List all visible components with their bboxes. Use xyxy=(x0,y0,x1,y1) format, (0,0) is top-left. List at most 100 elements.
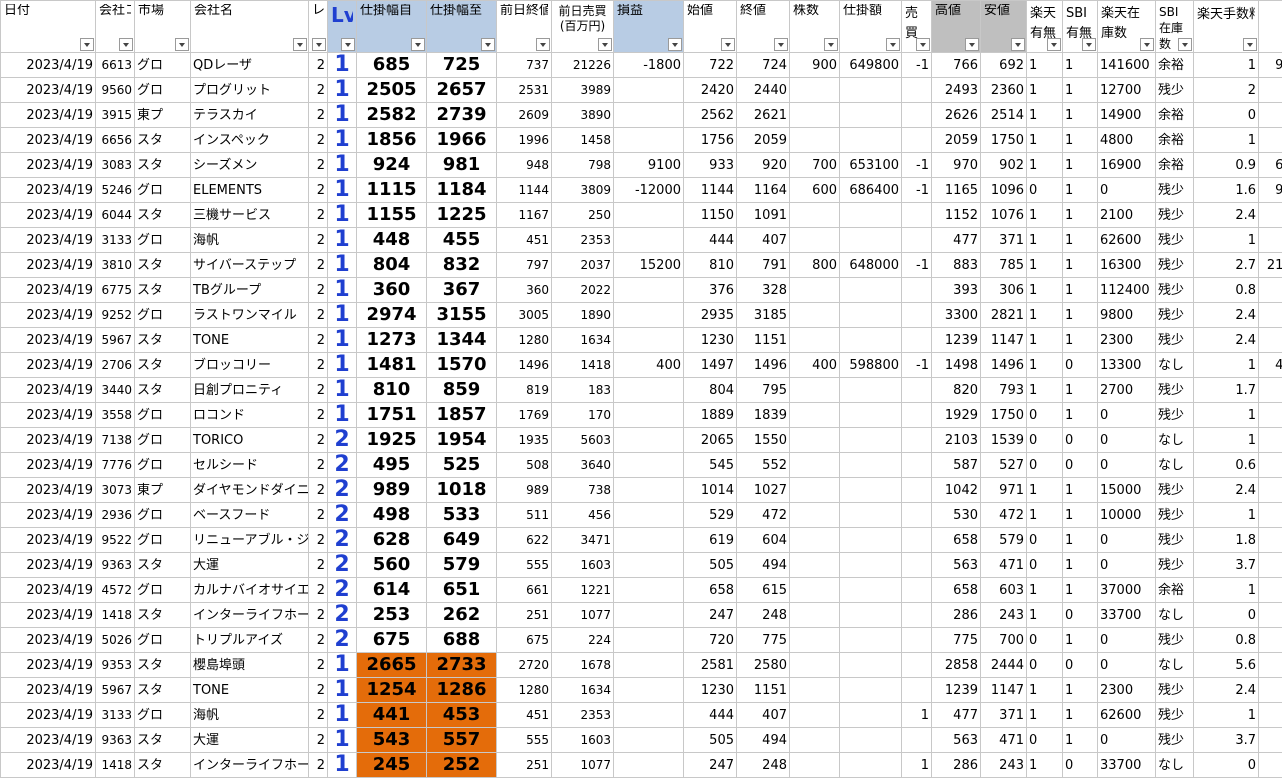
cell-open[interactable]: 2581 xyxy=(683,652,737,678)
cell-market[interactable]: スタ xyxy=(134,377,191,403)
cell-market[interactable]: スタ xyxy=(134,327,191,353)
cell-range-from[interactable]: 245 xyxy=(356,752,427,778)
cell-rakuten-fee[interactable]: 0.8 xyxy=(1193,277,1259,303)
cell-side[interactable] xyxy=(901,327,932,353)
cell-company-name[interactable]: 海帆 xyxy=(190,227,309,253)
cell-open[interactable]: 2562 xyxy=(683,102,737,128)
cell-company-name[interactable]: サイバーステップ xyxy=(190,252,309,278)
cell-rakuten-fee[interactable]: 1 xyxy=(1193,227,1259,253)
cell-rakuten-avail[interactable]: 0 xyxy=(1026,552,1063,578)
cell-range-to[interactable]: 525 xyxy=(426,452,497,478)
cell-side[interactable] xyxy=(901,377,932,403)
filter-button[interactable] xyxy=(965,38,979,51)
cell-rakuten-fee[interactable]: 1.8 xyxy=(1193,527,1259,553)
cell-range-to[interactable]: 533 xyxy=(426,502,497,528)
cell-rakuten-stock[interactable]: 4800 xyxy=(1097,127,1156,153)
cell-side[interactable]: -1 xyxy=(901,352,932,378)
cell-company-name[interactable]: TONE xyxy=(190,327,309,353)
cell-rakuten-avail[interactable]: 0 xyxy=(1026,177,1063,203)
cell-amount[interactable]: 686400 xyxy=(839,177,902,203)
cell-re[interactable]: 2 xyxy=(308,377,328,403)
cell-company-name[interactable]: トリプルアイズ xyxy=(190,627,309,653)
cell-sbi-avail[interactable]: 1 xyxy=(1062,402,1098,428)
cell-code[interactable]: 3915 xyxy=(95,102,135,128)
cell-range-from[interactable]: 448 xyxy=(356,227,427,253)
cell-sbi-stock[interactable]: 残少 xyxy=(1155,77,1194,103)
cell-prev-close[interactable]: 819 xyxy=(496,377,552,403)
cell-re[interactable]: 2 xyxy=(308,552,328,578)
cell-fee-amount[interactable]: 0 xyxy=(1258,477,1282,503)
cell-prev-close[interactable]: 737 xyxy=(496,52,552,78)
cell-prev-volume[interactable]: 250 xyxy=(551,202,614,228)
cell-range-to[interactable]: 1570 xyxy=(426,352,497,378)
cell-open[interactable]: 1497 xyxy=(683,352,737,378)
cell-high[interactable]: 2493 xyxy=(931,77,981,103)
cell-rakuten-fee[interactable]: 5.6 xyxy=(1193,652,1259,678)
filter-button[interactable] xyxy=(886,38,900,51)
cell-re[interactable]: 2 xyxy=(308,327,328,353)
cell-shares[interactable] xyxy=(789,102,840,128)
cell-rakuten-fee[interactable]: 1 xyxy=(1193,427,1259,453)
cell-range-from[interactable]: 498 xyxy=(356,502,427,528)
cell-code[interactable]: 3810 xyxy=(95,252,135,278)
cell-side[interactable] xyxy=(901,427,932,453)
cell-company-name[interactable]: QDレーザ xyxy=(190,52,309,78)
cell-high[interactable]: 530 xyxy=(931,502,981,528)
cell-rakuten-stock[interactable]: 9800 xyxy=(1097,302,1156,328)
cell-sbi-avail[interactable]: 0 xyxy=(1062,602,1098,628)
cell-lv[interactable]: 1 xyxy=(327,277,357,303)
cell-pnl[interactable] xyxy=(613,677,684,703)
cell-range-from[interactable]: 1155 xyxy=(356,202,427,228)
cell-side[interactable]: 1 xyxy=(901,752,932,778)
cell-fee-amount[interactable]: 0 xyxy=(1258,527,1282,553)
cell-range-from[interactable]: 543 xyxy=(356,727,427,753)
cell-lv[interactable]: 1 xyxy=(327,652,357,678)
cell-code[interactable]: 6044 xyxy=(95,202,135,228)
cell-low[interactable]: 1750 xyxy=(980,402,1027,428)
cell-fee-amount[interactable]: 400 xyxy=(1258,352,1282,378)
cell-open[interactable]: 444 xyxy=(683,702,737,728)
cell-rakuten-avail[interactable]: 1 xyxy=(1026,702,1063,728)
cell-code[interactable]: 3073 xyxy=(95,477,135,503)
cell-lv[interactable]: 1 xyxy=(327,152,357,178)
cell-amount[interactable] xyxy=(839,402,902,428)
cell-close[interactable]: 775 xyxy=(736,627,790,653)
cell-code[interactable]: 7776 xyxy=(95,452,135,478)
cell-re[interactable]: 2 xyxy=(308,402,328,428)
cell-re[interactable]: 2 xyxy=(308,52,328,78)
cell-re[interactable]: 2 xyxy=(308,627,328,653)
cell-re[interactable]: 2 xyxy=(308,127,328,153)
cell-market[interactable]: スタ xyxy=(134,602,191,628)
cell-high[interactable]: 1929 xyxy=(931,402,981,428)
cell-sbi-avail[interactable]: 1 xyxy=(1062,527,1098,553)
cell-sbi-avail[interactable]: 1 xyxy=(1062,177,1098,203)
cell-lv[interactable]: 2 xyxy=(327,527,357,553)
cell-lv[interactable]: 1 xyxy=(327,677,357,703)
cell-pnl[interactable] xyxy=(613,102,684,128)
cell-code[interactable]: 3133 xyxy=(95,702,135,728)
cell-high[interactable]: 587 xyxy=(931,452,981,478)
cell-high[interactable]: 2103 xyxy=(931,427,981,453)
cell-lv[interactable]: 1 xyxy=(327,52,357,78)
cell-market[interactable]: スタ xyxy=(134,252,191,278)
cell-rakuten-fee[interactable]: 0.9 xyxy=(1193,152,1259,178)
cell-pnl[interactable] xyxy=(613,327,684,353)
cell-shares[interactable] xyxy=(789,377,840,403)
cell-rakuten-avail[interactable]: 1 xyxy=(1026,477,1063,503)
cell-rakuten-stock[interactable]: 112400 xyxy=(1097,277,1156,303)
cell-pnl[interactable]: -1800 xyxy=(613,52,684,78)
cell-amount[interactable] xyxy=(839,727,902,753)
filter-button[interactable] xyxy=(916,38,930,51)
cell-amount[interactable] xyxy=(839,427,902,453)
cell-rakuten-fee[interactable]: 0 xyxy=(1193,602,1259,628)
cell-close[interactable]: 248 xyxy=(736,602,790,628)
cell-prev-volume[interactable]: 3989 xyxy=(551,77,614,103)
cell-range-from[interactable]: 924 xyxy=(356,152,427,178)
cell-sbi-stock[interactable]: 残少 xyxy=(1155,527,1194,553)
cell-market[interactable]: スタ xyxy=(134,677,191,703)
cell-range-to[interactable]: 2739 xyxy=(426,102,497,128)
cell-re[interactable]: 2 xyxy=(308,677,328,703)
cell-open[interactable]: 1150 xyxy=(683,202,737,228)
cell-re[interactable]: 2 xyxy=(308,602,328,628)
cell-pnl[interactable] xyxy=(613,77,684,103)
